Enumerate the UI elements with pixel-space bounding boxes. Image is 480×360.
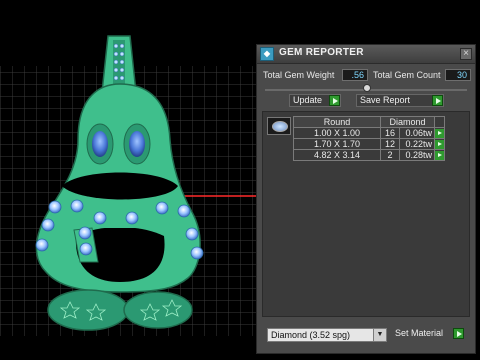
save-report-label: Save Report [360, 95, 411, 105]
row-count: 12 [380, 138, 400, 150]
row-weight: 0.22tw [399, 138, 435, 150]
gem-table: Round Diamond 1.00 X 1.00 16 0.06tw 1.70… [293, 116, 445, 161]
panel-titlebar[interactable]: ◆ GEM REPORTER × [257, 45, 475, 64]
row-weight: 0.06tw [399, 127, 435, 139]
select-arrow-icon[interactable] [435, 128, 444, 138]
table-row[interactable]: 1.70 X 1.70 12 0.22tw [293, 138, 445, 150]
update-label: Update [293, 95, 323, 105]
set-material-label: Set Material [395, 328, 444, 338]
gem-table-area: Round Diamond 1.00 X 1.00 16 0.06tw 1.70… [262, 111, 470, 317]
material-select[interactable]: Diamond (3.52 spg) ▼ [267, 328, 387, 342]
gem-app-icon: ◆ [260, 47, 274, 61]
row-size: 4.82 X 3.14 [293, 149, 381, 161]
update-button[interactable]: Update [289, 94, 341, 107]
row-arrow-cell[interactable] [434, 138, 445, 150]
column-header-shape: Round [293, 116, 381, 128]
chevron-down-icon[interactable]: ▼ [373, 329, 386, 341]
select-arrow-icon[interactable] [435, 139, 444, 149]
total-gem-count-label: Total Gem Count [373, 70, 441, 80]
select-arrow-icon[interactable] [435, 150, 444, 160]
table-row[interactable]: 4.82 X 3.14 2 0.28tw [293, 149, 445, 161]
total-gem-weight-value: .56 [342, 69, 368, 81]
row-weight: 0.28tw [399, 149, 435, 161]
update-arrow-icon [329, 95, 340, 106]
table-header-row: Round Diamond [293, 116, 445, 128]
slider-thumb[interactable] [363, 84, 371, 92]
gem-shape-thumbnail[interactable] [267, 117, 291, 135]
set-material-button[interactable]: Set Material [392, 328, 464, 341]
row-size: 1.70 X 1.70 [293, 138, 381, 150]
row-arrow-cell[interactable] [434, 127, 445, 139]
row-count: 2 [380, 149, 400, 161]
material-select-value: Diamond (3.52 spg) [271, 330, 351, 340]
row-arrow-cell[interactable] [434, 149, 445, 161]
total-gem-count-value: 30 [445, 69, 471, 81]
row-size: 1.00 X 1.00 [293, 127, 381, 139]
table-row[interactable]: 1.00 X 1.00 16 0.06tw [293, 127, 445, 139]
save-report-arrow-icon [432, 95, 443, 106]
total-gem-weight-label: Total Gem Weight [263, 70, 335, 80]
row-count: 16 [380, 127, 400, 139]
close-icon[interactable]: × [460, 48, 472, 60]
header-spacer [434, 116, 445, 128]
set-material-arrow-icon [453, 328, 464, 339]
gem-reporter-panel: ◆ GEM REPORTER × Total Gem Weight .56 To… [256, 44, 476, 354]
save-report-button[interactable]: Save Report [356, 94, 444, 107]
panel-title: GEM REPORTER [279, 47, 364, 58]
column-header-material: Diamond [380, 116, 435, 128]
